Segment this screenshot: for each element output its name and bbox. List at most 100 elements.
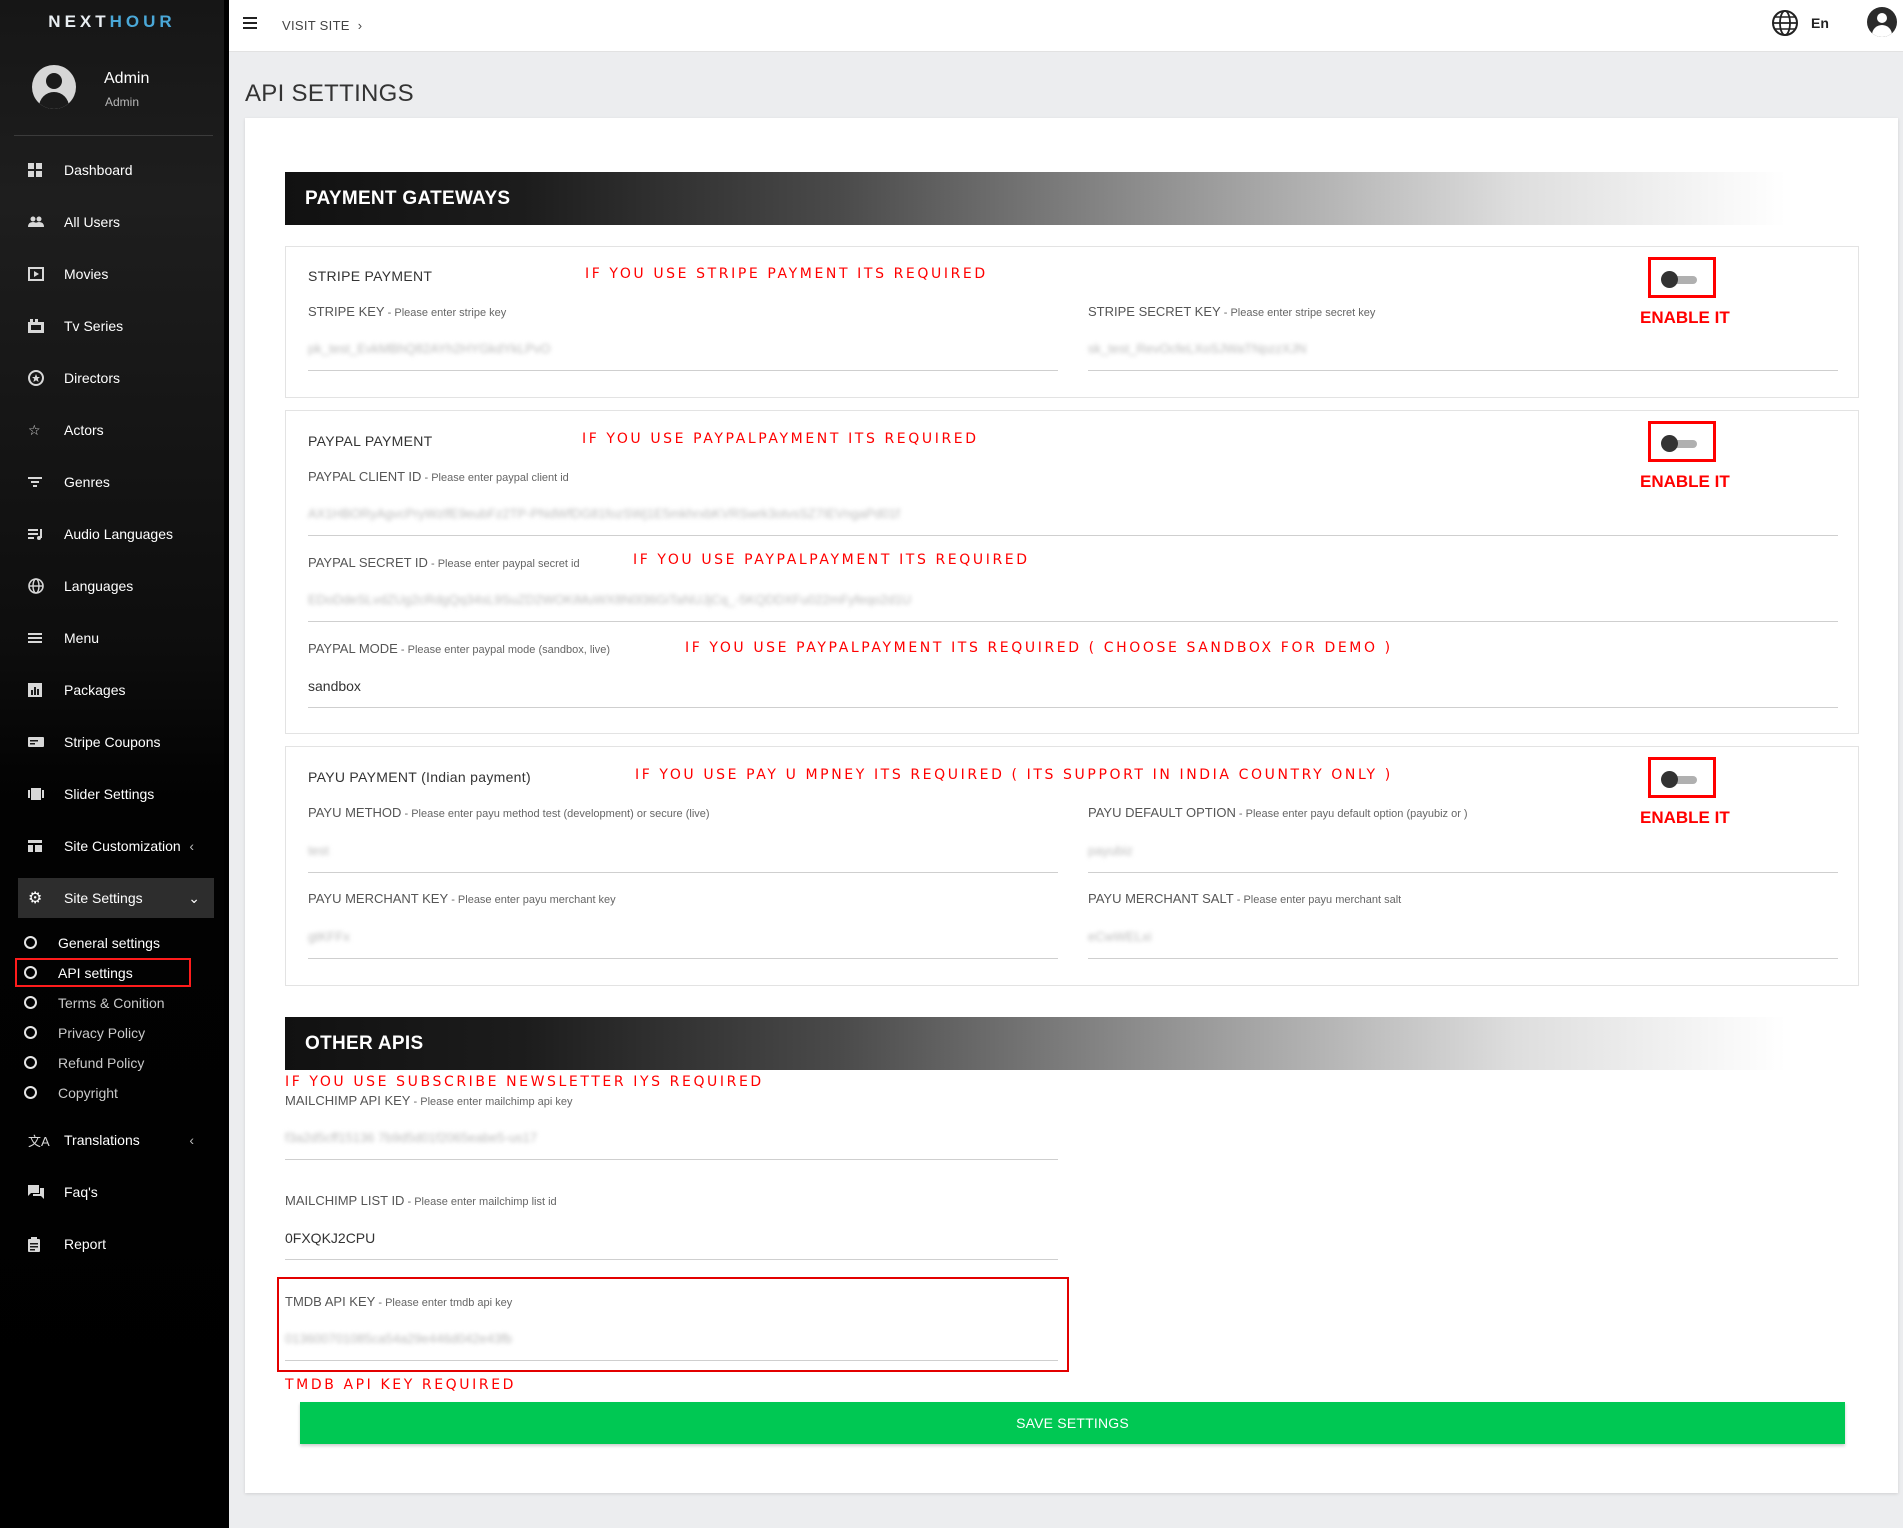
- visit-site-link[interactable]: VISIT SITE ›: [282, 18, 362, 33]
- sidebar-item-packages[interactable]: Packages: [18, 670, 214, 710]
- sidebar-item-slider-settings[interactable]: Slider Settings: [18, 774, 214, 814]
- payu-salt-label-text: PAYU MERCHANT SALT: [1088, 891, 1234, 906]
- menu-icon: [28, 629, 52, 647]
- sub-item-api-settings[interactable]: API settings: [15, 958, 191, 987]
- sub-item-label: Privacy Policy: [58, 1024, 146, 1041]
- sidebar-item-dashboard[interactable]: Dashboard: [18, 150, 214, 190]
- sub-item-general-settings[interactable]: General settings: [20, 930, 190, 955]
- save-settings-button[interactable]: SAVE SETTINGS: [300, 1402, 1845, 1444]
- mailchimp-list-label: MAILCHIMP LIST ID - Please enter mailchi…: [285, 1193, 557, 1208]
- sidebar-item-audio-languages[interactable]: Audio Languages: [18, 514, 214, 554]
- page-title: API SETTINGS: [245, 80, 414, 107]
- paypal-client-input[interactable]: AX1HBORyAgvcPryWzlfE9eubFz2TP-PNdWfDG81f…: [308, 506, 900, 521]
- paypal-secret-input[interactable]: EDoDdeSLvdZUg2cRdgQq34sL9SuZD2WOKiMuWX8N…: [308, 592, 911, 607]
- stripe-key-input[interactable]: pk_test_EvkMBhQ82AYh2HYGkdYkLPvO: [308, 341, 551, 356]
- sidebar-item-label: Tv Series: [64, 318, 124, 334]
- sidebar-item-translations[interactable]: 文A Translations ‹: [18, 1120, 214, 1160]
- hamburger-menu-icon[interactable]: [243, 17, 257, 29]
- payu-merchant-key-label-text: PAYU MERCHANT KEY: [308, 891, 449, 906]
- payu-salt-hint: - Please enter payu merchant salt: [1233, 894, 1402, 906]
- paypal-mode-label: PAYPAL MODE - Please enter paypal mode (…: [308, 641, 610, 656]
- sidebar-item-label: Report: [64, 1236, 107, 1252]
- movie-icon: [28, 265, 52, 283]
- payu-salt-input[interactable]: eCwWELxi: [1088, 929, 1152, 944]
- sidebar-item-actors[interactable]: ☆ Actors: [18, 410, 214, 450]
- paypal-secret-hint: - Please enter paypal secret id: [427, 558, 580, 570]
- payu-title: PAYU PAYMENT (Indian payment): [308, 769, 531, 785]
- sidebar-item-menu[interactable]: Menu: [18, 618, 214, 658]
- paypal-mode-hint: - Please enter paypal mode (sandbox, liv…: [397, 644, 610, 656]
- language-globe-icon[interactable]: [1771, 9, 1799, 37]
- star-icon: ☆: [28, 421, 41, 438]
- other-apis-header: OTHER APIS: [285, 1017, 1865, 1070]
- sidebar: NEXT HOUR Admin Admin Dashboard All Users…: [0, 0, 229, 1528]
- sidebar-item-label: Packages: [64, 682, 126, 698]
- tmdb-input[interactable]: 013600701085ca54a29e446d042e43fb: [285, 1331, 512, 1346]
- customize-icon: [28, 837, 52, 855]
- sub-item-label: General settings: [58, 934, 160, 951]
- mailchimp-key-input[interactable]: f3a2d5cff15136 7b9d5d01f2065eabe5-us17: [285, 1130, 537, 1145]
- paypal-mode-input[interactable]: sandbox: [308, 678, 361, 694]
- payu-salt-label: PAYU MERCHANT SALT - Please enter payu m…: [1088, 891, 1401, 906]
- payu-default-label: PAYU DEFAULT OPTION - Please enter payu …: [1088, 805, 1468, 820]
- sidebar-item-label: Stripe Coupons: [64, 734, 161, 750]
- sub-item-copyright[interactable]: Copyright: [20, 1080, 190, 1105]
- sidebar-item-genres[interactable]: Genres: [18, 462, 214, 502]
- chevron-left-icon: ‹: [189, 1132, 194, 1148]
- sidebar-item-report[interactable]: Report: [18, 1224, 214, 1264]
- packages-icon: [28, 681, 52, 699]
- paypal-client-label-text: PAYPAL CLIENT ID: [308, 469, 422, 484]
- sidebar-item-label: Faq's: [64, 1184, 98, 1200]
- user-name: Admin: [104, 70, 150, 87]
- tmdb-label-text: TMDB API KEY: [285, 1294, 376, 1309]
- mailchimp-key-label-text: MAILCHIMP API KEY: [285, 1093, 411, 1108]
- sub-item-terms[interactable]: Terms & Conition: [20, 990, 190, 1015]
- paypal-enable-toggle[interactable]: [1648, 421, 1716, 462]
- sidebar-item-all-users[interactable]: All Users: [18, 202, 214, 242]
- sidebar-item-movies[interactable]: Movies: [18, 254, 214, 294]
- radio-icon: [24, 1086, 37, 1099]
- sidebar-item-tv-series[interactable]: Tv Series: [18, 306, 214, 346]
- sidebar-item-languages[interactable]: Languages: [18, 566, 214, 606]
- paypal-title: PAYPAL PAYMENT: [308, 433, 433, 449]
- globe-icon: [28, 577, 52, 595]
- sidebar-item-directors[interactable]: Directors: [18, 358, 214, 398]
- payu-warning: IF YOU USE PAY U MPNEY ITS REQUIRED ( IT…: [635, 767, 1393, 783]
- mailchimp-list-input[interactable]: 0FXQKJ2CPU: [285, 1230, 375, 1246]
- mailchimp-list-label-text: MAILCHIMP LIST ID: [285, 1193, 405, 1208]
- logo-text-next: NEXT: [48, 11, 110, 31]
- payu-default-input[interactable]: payubiz: [1088, 843, 1133, 858]
- sidebar-item-stripe-coupons[interactable]: Stripe Coupons: [18, 722, 214, 762]
- radio-icon: [24, 996, 37, 1009]
- sidebar-item-label: Slider Settings: [64, 786, 155, 802]
- sidebar-item-label: All Users: [64, 214, 121, 230]
- sidebar-item-faqs[interactable]: Faq's: [18, 1172, 214, 1212]
- language-selector[interactable]: En: [1811, 15, 1829, 31]
- tv-icon: [28, 317, 52, 335]
- sub-item-privacy-policy[interactable]: Privacy Policy: [20, 1020, 190, 1045]
- stripe-enable-toggle[interactable]: [1648, 257, 1716, 298]
- sub-item-refund-policy[interactable]: Refund Policy: [20, 1050, 190, 1075]
- tmdb-label: TMDB API KEY - Please enter tmdb api key: [285, 1294, 512, 1309]
- sidebar-item-site-customization[interactable]: Site Customization ‹: [18, 826, 214, 866]
- toggle-knob: [1661, 771, 1678, 788]
- brand-logo[interactable]: NEXT HOUR: [0, 0, 224, 43]
- sidebar-item-label: Dashboard: [64, 162, 133, 178]
- stripe-title: STRIPE PAYMENT: [308, 268, 433, 284]
- tmdb-highlight-box: [277, 1277, 1069, 1372]
- payu-merchant-key-input[interactable]: gtKFFx: [308, 929, 350, 944]
- sidebar-item-label: Languages: [64, 578, 134, 594]
- report-icon: [28, 1235, 52, 1253]
- chevron-left-icon: ‹: [189, 838, 194, 854]
- payu-method-input[interactable]: test: [308, 843, 329, 858]
- payu-enable-label: ENABLE IT: [1640, 808, 1730, 827]
- paypal-mode-label-text: PAYPAL MODE: [308, 641, 398, 656]
- stripe-secret-input[interactable]: sk_test_RevOcfeLXoSJWaTNpzzXJN: [1088, 341, 1306, 356]
- payu-enable-toggle[interactable]: [1648, 757, 1716, 798]
- account-icon[interactable]: [1867, 7, 1897, 37]
- sidebar-item-site-settings[interactable]: ⚙ Site Settings ⌄: [18, 878, 214, 918]
- radio-icon: [24, 1056, 37, 1069]
- user-panel: Admin Admin: [32, 62, 212, 122]
- avatar[interactable]: [32, 65, 76, 109]
- director-icon: [28, 369, 52, 387]
